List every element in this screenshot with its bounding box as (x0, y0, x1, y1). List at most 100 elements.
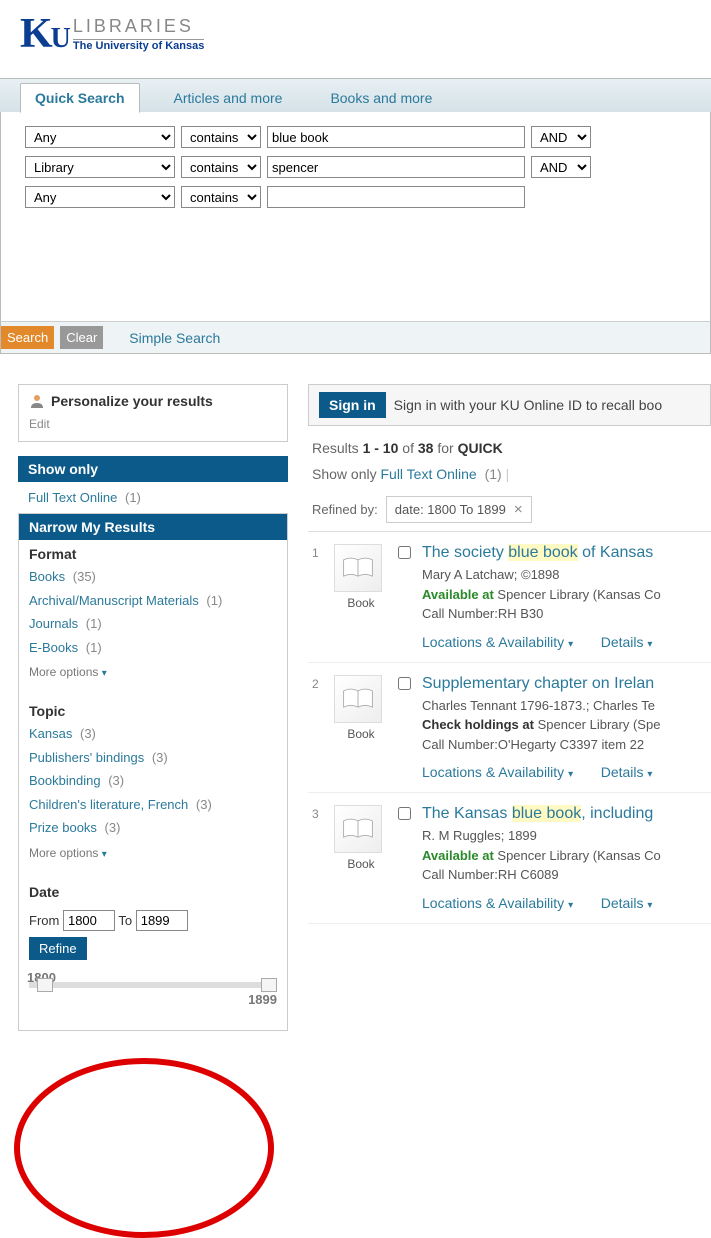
thumb-label: Book (334, 727, 388, 741)
clear-button[interactable]: Clear (60, 326, 103, 349)
show-only-inline: Show only Full Text Online (1) | (308, 460, 711, 488)
term-input-2[interactable] (267, 156, 525, 178)
term-input-3[interactable] (267, 186, 525, 208)
date-group: Date From To Refine 1800 1899 (19, 878, 287, 1010)
edit-link[interactable]: Edit (19, 417, 287, 441)
fulltext-link[interactable]: Full Text Online (380, 466, 476, 482)
slider-handle-min[interactable] (37, 978, 53, 992)
topic-publishers[interactable]: Publishers' bindings (3) (29, 746, 277, 770)
results-count: Results 1 - 10 of 38 for QUICK (308, 426, 711, 460)
date-to-input[interactable] (136, 910, 188, 931)
refine-button[interactable]: Refine (29, 937, 87, 960)
result-checkbox[interactable] (398, 546, 411, 559)
search-button[interactable]: Search (1, 326, 54, 349)
simple-search-link[interactable]: Simple Search (129, 330, 220, 346)
date-to-label: To (118, 913, 132, 928)
details-link[interactable]: Details ▾ (601, 764, 653, 780)
header: KU LIBRARIES The University of Kansas (0, 0, 711, 78)
book-icon (334, 805, 382, 853)
call-number: Call Number:O'Hegarty C3397 item 22 (422, 735, 707, 755)
facet-journals[interactable]: Journals (1) (29, 612, 277, 636)
details-link[interactable]: Details ▾ (601, 634, 653, 650)
locations-link[interactable]: Locations & Availability ▾ (422, 895, 573, 911)
result-checkbox[interactable] (398, 677, 411, 690)
result-author: Mary A Latchaw; ©1898 (422, 565, 707, 585)
sidebar: Personalize your results Edit Show only … (18, 384, 288, 1031)
field-select-3[interactable]: Any (25, 186, 175, 208)
date-title: Date (29, 884, 277, 900)
logo[interactable]: KU LIBRARIES The University of Kansas (20, 10, 691, 58)
logo-subtitle: The University of Kansas (73, 40, 204, 52)
thumb-label: Book (334, 596, 388, 610)
personalize-panel: Personalize your results Edit (18, 384, 288, 442)
remove-filter-icon[interactable]: × (514, 501, 523, 518)
result-1: 1 Book The society blue book of Kansas M… (308, 532, 711, 663)
locations-link[interactable]: Locations & Availability ▾ (422, 634, 573, 650)
op-select-1[interactable]: AND (531, 126, 591, 148)
book-icon (334, 675, 382, 723)
result-num: 3 (312, 805, 324, 911)
slider-track (29, 982, 277, 988)
search-row-2: Library contains AND (25, 156, 686, 178)
thumb-label: Book (334, 857, 388, 871)
format-more[interactable]: More options ▾ (29, 659, 277, 693)
op-select-2[interactable]: AND (531, 156, 591, 178)
topic-prize[interactable]: Prize books (3) (29, 816, 277, 840)
narrow-panel: Narrow My Results Format Books (35) Arch… (18, 513, 288, 1031)
result-thumb: Book (334, 805, 388, 911)
tab-quick-search[interactable]: Quick Search (20, 83, 140, 113)
refined-bar: Refined by: date: 1800 To 1899 × (308, 488, 711, 532)
search-footer: Search Clear Simple Search (0, 321, 711, 354)
result-num: 1 (312, 544, 324, 650)
chevron-down-icon: ▾ (102, 849, 107, 860)
tab-articles[interactable]: Articles and more (160, 84, 297, 112)
result-title[interactable]: Supplementary chapter on Irelan (422, 675, 707, 693)
chevron-down-icon: ▾ (568, 639, 573, 650)
details-link[interactable]: Details ▾ (601, 895, 653, 911)
signin-button[interactable]: Sign in (319, 392, 386, 418)
result-author: R. M Ruggles; 1899 (422, 826, 707, 846)
chevron-down-icon: ▾ (647, 769, 652, 780)
locations-link[interactable]: Locations & Availability ▾ (422, 764, 573, 780)
facet-fulltext[interactable]: Full Text Online (1) (18, 482, 288, 513)
format-group: Format Books (35) Archival/Manuscript Ma… (19, 540, 287, 697)
result-3: 3 Book The Kansas blue book, including R… (308, 793, 711, 924)
narrow-header: Narrow My Results (19, 514, 287, 540)
term-input-1[interactable] (267, 126, 525, 148)
match-select-1[interactable]: contains (181, 126, 261, 148)
match-select-2[interactable]: contains (181, 156, 261, 178)
search-row-1: Any contains AND (25, 126, 686, 148)
result-title[interactable]: The Kansas blue book, including (422, 805, 707, 823)
signin-bar: Sign in Sign in with your KU Online ID t… (308, 384, 711, 426)
date-from-input[interactable] (63, 910, 115, 931)
result-thumb: Book (334, 675, 388, 781)
tab-books[interactable]: Books and more (316, 84, 446, 112)
topic-bookbinding[interactable]: Bookbinding (3) (29, 769, 277, 793)
result-thumb: Book (334, 544, 388, 650)
result-title[interactable]: The society blue book of Kansas (422, 544, 707, 562)
result-checkbox[interactable] (398, 807, 411, 820)
book-icon (334, 544, 382, 592)
facet-books[interactable]: Books (35) (29, 565, 277, 589)
tabs-bar: Quick Search Articles and more Books and… (0, 78, 711, 112)
results-column: Sign in Sign in with your KU Online ID t… (308, 384, 711, 1031)
facet-archival[interactable]: Archival/Manuscript Materials (1) (29, 589, 277, 613)
date-from-label: From (29, 913, 59, 928)
match-select-3[interactable]: contains (181, 186, 261, 208)
chevron-down-icon: ▾ (102, 668, 107, 679)
topic-group: Topic Kansas (3) Publishers' bindings (3… (19, 697, 287, 878)
search-row-3: Any contains (25, 186, 686, 208)
field-select-1[interactable]: Any (25, 126, 175, 148)
field-select-2[interactable]: Library (25, 156, 175, 178)
slider-handle-max[interactable] (261, 978, 277, 992)
refined-tag: date: 1800 To 1899 × (386, 496, 532, 523)
facet-ebooks[interactable]: E-Books (1) (29, 636, 277, 660)
date-slider[interactable]: 1800 1899 (29, 974, 277, 1004)
topic-more[interactable]: More options ▾ (29, 840, 277, 874)
person-icon (29, 393, 45, 409)
chevron-down-icon: ▾ (568, 769, 573, 780)
call-number: Call Number:RH C6089 (422, 865, 707, 885)
topic-children[interactable]: Children's literature, French (3) (29, 793, 277, 817)
show-only-header: Show only (18, 456, 288, 482)
topic-kansas[interactable]: Kansas (3) (29, 722, 277, 746)
